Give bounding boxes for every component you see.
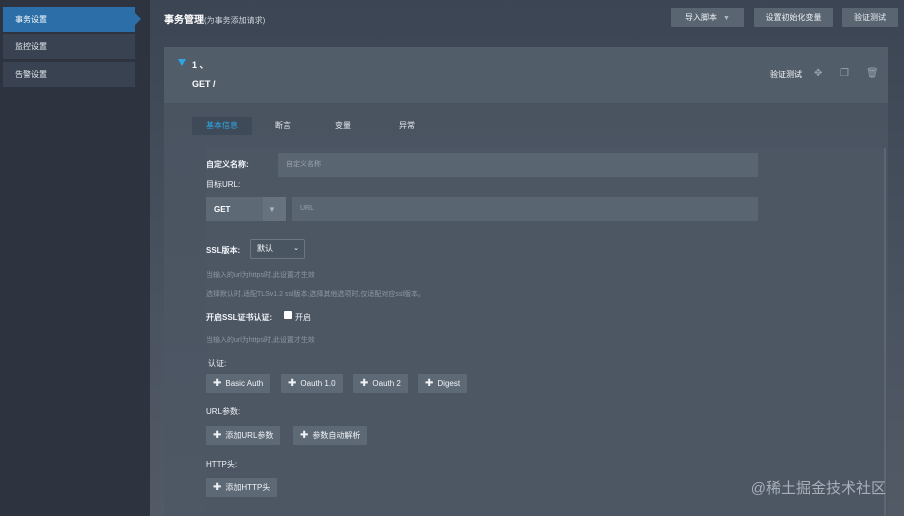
card-verify-test-button[interactable]: 验证测试	[770, 69, 802, 80]
oauth1-label: Oauth 1.0	[300, 379, 336, 388]
plus-icon: ✚	[213, 430, 222, 441]
ssl-version-label: SSL版本:	[206, 246, 241, 255]
auto-parse-params-button[interactable]: ✚ 参数自动解析	[293, 426, 368, 445]
sidebar-item-transaction-settings[interactable]: 事务设置	[3, 7, 141, 32]
digest-label: Digest	[437, 379, 461, 388]
trash-icon[interactable]: 🗑	[866, 68, 879, 79]
ssl-cert-hint: 当输入的url为https时,此设置才生效	[206, 337, 315, 344]
chevron-down-icon: ⌄	[293, 245, 299, 252]
import-script-dropdown[interactable]: 导入脚本 ▼	[671, 8, 744, 27]
page-subtitle: (为事务添加请求)	[204, 16, 266, 25]
plus-icon: ✚	[288, 378, 297, 389]
add-basic-auth-button[interactable]: ✚ Basic Auth	[206, 374, 271, 393]
ssl-hint-https: 当输入的url为https时,此设置才生效	[206, 272, 315, 279]
request-number: 1 、	[192, 60, 209, 70]
auto-parse-params-label: 参数自动解析	[312, 431, 361, 440]
ssl-cert-option-label: 开启	[295, 313, 311, 322]
plus-icon: ✚	[425, 378, 434, 389]
add-url-param-button[interactable]: ✚ 添加URL参数	[206, 426, 281, 445]
oauth2-label: Oauth 2	[372, 379, 401, 388]
add-oauth1-button[interactable]: ✚ Oauth 1.0	[281, 374, 343, 393]
basic-info-form: 自定义名称: 自定义名称 目标URL: GET ▼ URL SSL版本: 默认 …	[206, 148, 886, 516]
request-card-body: 基本信息 断言 变量 异常 自定义名称: 自定义名称 目标URL: GET ▼ …	[164, 103, 888, 516]
page-title-text: 事务管理	[164, 15, 204, 26]
tab-assertion[interactable]: 断言	[264, 117, 302, 135]
ssl-cert-label: 开启SSL证书认证:	[206, 313, 273, 322]
plus-icon: ✚	[300, 430, 309, 441]
target-url-label: 目标URL:	[206, 180, 241, 189]
custom-name-label: 自定义名称:	[206, 160, 249, 169]
ssl-hint-default: 选择默认时,适配TLSv1.2 ssl版本;选择其他选项时,仅适配对应ssl版本…	[206, 291, 425, 298]
copy-icon[interactable]: ❐	[840, 68, 849, 79]
chevron-down-icon: ▼	[723, 15, 730, 22]
add-http-header-button[interactable]: ✚ 添加HTTP头	[206, 478, 278, 497]
tab-variables[interactable]: 变量	[324, 117, 362, 135]
chevron-down-icon: ▼	[268, 205, 276, 214]
add-url-param-label: 添加URL参数	[225, 431, 274, 440]
request-card-header[interactable]: 1 、 GET / 验证测试 ✥ ❐ 🗑	[164, 47, 888, 103]
import-script-label: 导入脚本	[685, 13, 718, 22]
method-select-value: GET	[214, 205, 231, 214]
ssl-version-value: 默认	[257, 244, 273, 253]
tab-basic-info[interactable]: 基本信息	[192, 117, 252, 135]
method-select[interactable]: GET ▼	[206, 197, 286, 221]
plus-icon: ✚	[213, 378, 222, 389]
page-title: 事务管理(为事务添加请求)	[164, 11, 265, 26]
request-method-path: GET /	[192, 79, 216, 89]
plus-icon: ✚	[360, 378, 369, 389]
tab-exception[interactable]: 异常	[388, 117, 426, 135]
sidebar-item-monitor-settings[interactable]: 监控设置	[3, 34, 135, 59]
main-content: 事务管理(为事务添加请求) 导入脚本 ▼ 设置初始化变量 验证测试 1 、 GET…	[150, 0, 904, 516]
ssl-version-select[interactable]: 默认 ⌄	[250, 239, 305, 259]
sidebar: 事务设置 监控设置 告警设置	[0, 0, 150, 516]
verify-test-button[interactable]: 验证测试	[842, 8, 898, 27]
plus-icon: ✚	[213, 482, 222, 493]
move-icon[interactable]: ✥	[814, 68, 822, 79]
set-init-variables-button[interactable]: 设置初始化变量	[754, 8, 833, 27]
add-oauth2-button[interactable]: ✚ Oauth 2	[353, 374, 408, 393]
url-input[interactable]: URL	[292, 197, 758, 221]
auth-label: 认证:	[208, 359, 227, 368]
collapse-triangle-icon[interactable]	[178, 59, 186, 66]
basic-auth-label: Basic Auth	[225, 379, 264, 388]
sidebar-item-alert-settings[interactable]: 告警设置	[3, 62, 135, 87]
ssl-cert-checkbox[interactable]	[284, 311, 292, 319]
http-header-label: HTTP头:	[206, 460, 238, 469]
custom-name-input[interactable]: 自定义名称	[278, 153, 758, 177]
add-digest-button[interactable]: ✚ Digest	[418, 374, 468, 393]
watermark: @稀土掘金技术社区	[750, 480, 886, 497]
url-params-label: URL参数:	[206, 407, 241, 416]
add-http-header-label: 添加HTTP头	[225, 483, 271, 492]
